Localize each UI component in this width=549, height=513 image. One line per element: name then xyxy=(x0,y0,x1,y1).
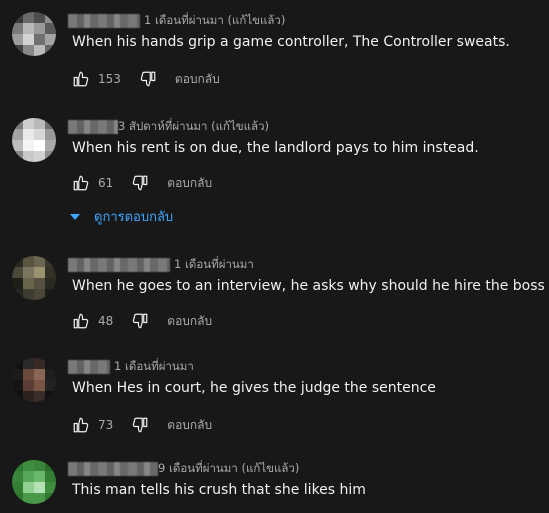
comment-header: 1 เดือนที่ผ่านมา (แก้ไขแล้ว) xyxy=(68,12,285,30)
reply-button[interactable]: ตอบกลับ xyxy=(167,416,212,435)
comment-timestamp[interactable]: 1 เดือนที่ผ่านมา xyxy=(174,256,254,274)
thumbs-down-icon[interactable] xyxy=(131,174,149,192)
avatar[interactable] xyxy=(12,460,56,504)
view-replies-button[interactable]: ดูการตอบกลับ xyxy=(70,206,173,227)
comment: 1 เดือนที่ผ่านมา (แก้ไขแล้ว) When his ha… xyxy=(0,12,549,104)
comment-actions: 153 ตอบกลับ xyxy=(72,68,220,90)
thumbs-up-icon[interactable] xyxy=(72,416,90,434)
author-name-blurred[interactable] xyxy=(68,258,170,272)
chevron-down-icon xyxy=(70,213,80,220)
thumbs-up-icon[interactable] xyxy=(72,174,90,192)
comment-timestamp[interactable]: 1 เดือนที่ผ่านมา (แก้ไขแล้ว) xyxy=(144,12,285,30)
reply-button[interactable]: ตอบกลับ xyxy=(167,174,212,193)
reply-button[interactable]: ตอบกลับ xyxy=(175,70,220,89)
comment: 9 เดือนที่ผ่านมา (แก้ไขแล้ว) This man te… xyxy=(0,460,549,513)
thumbs-down-icon[interactable] xyxy=(131,416,149,434)
author-name-blurred[interactable] xyxy=(68,14,140,28)
comment-text: This man tells his crush that she likes … xyxy=(72,482,366,498)
comment: 1 เดือนที่ผ่านมา When he goes to an inte… xyxy=(0,256,549,338)
thumbs-down-icon[interactable] xyxy=(139,70,157,88)
comment-timestamp[interactable]: 9 เดือนที่ผ่านมา (แก้ไขแล้ว) xyxy=(158,460,299,478)
thumbs-down-icon[interactable] xyxy=(131,312,149,330)
avatar[interactable] xyxy=(12,118,56,162)
comment-timestamp[interactable]: 3 สัปดาห์ที่ผ่านมา (แก้ไขแล้ว) xyxy=(118,118,269,136)
thumbs-up-icon[interactable] xyxy=(72,312,90,330)
comment-text: When his hands grip a game controller, T… xyxy=(72,34,510,50)
comment-actions: 61 ตอบกลับ xyxy=(72,172,212,194)
reply-button[interactable]: ตอบกลับ xyxy=(167,312,212,331)
author-name-blurred[interactable] xyxy=(68,462,158,476)
comment-text: When he goes to an interview, he asks wh… xyxy=(72,278,545,294)
like-count: 153 xyxy=(98,72,121,86)
comment-header: 9 เดือนที่ผ่านมา (แก้ไขแล้ว) xyxy=(68,460,299,478)
author-name-blurred[interactable] xyxy=(68,120,118,134)
comment-header: 1 เดือนที่ผ่านมา xyxy=(68,358,194,376)
avatar[interactable] xyxy=(12,358,56,402)
comment: 3 สัปดาห์ที่ผ่านมา (แก้ไขแล้ว) When his … xyxy=(0,118,549,200)
view-replies-label: ดูการตอบกลับ xyxy=(94,210,174,225)
avatar[interactable] xyxy=(12,12,56,56)
thumbs-up-icon[interactable] xyxy=(72,70,90,88)
like-count: 73 xyxy=(98,418,114,432)
avatar[interactable] xyxy=(12,256,56,300)
author-name-blurred[interactable] xyxy=(68,360,110,374)
comment-header: 1 เดือนที่ผ่านมา xyxy=(68,256,254,274)
comment-actions: 48 ตอบกลับ xyxy=(72,310,212,332)
comment-actions: 73 ตอบกลับ xyxy=(72,414,212,436)
comment-text: When Hes in court, he gives the judge th… xyxy=(72,380,436,396)
like-count: 61 xyxy=(98,176,114,190)
like-count: 48 xyxy=(98,314,114,328)
comment-text: When his rent is on due, the landlord pa… xyxy=(72,140,479,156)
comment-header: 3 สัปดาห์ที่ผ่านมา (แก้ไขแล้ว) xyxy=(68,118,269,136)
comment-timestamp[interactable]: 1 เดือนที่ผ่านมา xyxy=(114,358,194,376)
comment: 1 เดือนที่ผ่านมา When Hes in court, he g… xyxy=(0,358,549,440)
